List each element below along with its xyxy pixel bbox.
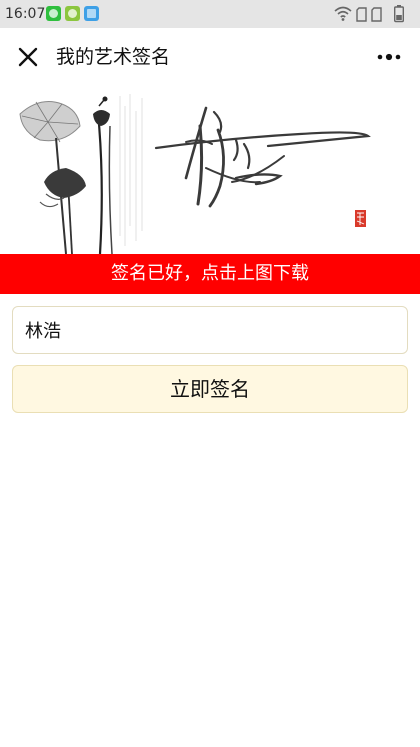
game-icon <box>65 6 80 21</box>
app-icon <box>84 6 99 21</box>
download-notice: 签名已好，点击上图下载 <box>0 254 420 294</box>
sim-card-icon <box>356 7 367 22</box>
page-title: 我的艺术签名 <box>56 46 171 68</box>
seal-stamp <box>355 210 366 227</box>
sign-now-button[interactable]: 立即签名 <box>12 365 408 413</box>
close-button[interactable] <box>10 38 46 76</box>
more-dots-icon <box>377 53 401 61</box>
more-button[interactable] <box>370 40 410 74</box>
wechat-icon <box>46 6 61 21</box>
battery-icon <box>394 5 405 23</box>
signature-calligraphy <box>154 106 371 208</box>
wifi-icon <box>334 6 352 21</box>
status-bar: 16:07 <box>0 0 420 28</box>
sim-card-icon <box>371 7 382 22</box>
lotus-illustration <box>19 94 371 254</box>
signature-image[interactable] <box>0 86 420 254</box>
close-icon <box>18 47 38 67</box>
app-header: 我的艺术签名 <box>0 28 420 86</box>
status-time: 16:07 <box>5 6 46 22</box>
name-input[interactable] <box>12 306 408 354</box>
